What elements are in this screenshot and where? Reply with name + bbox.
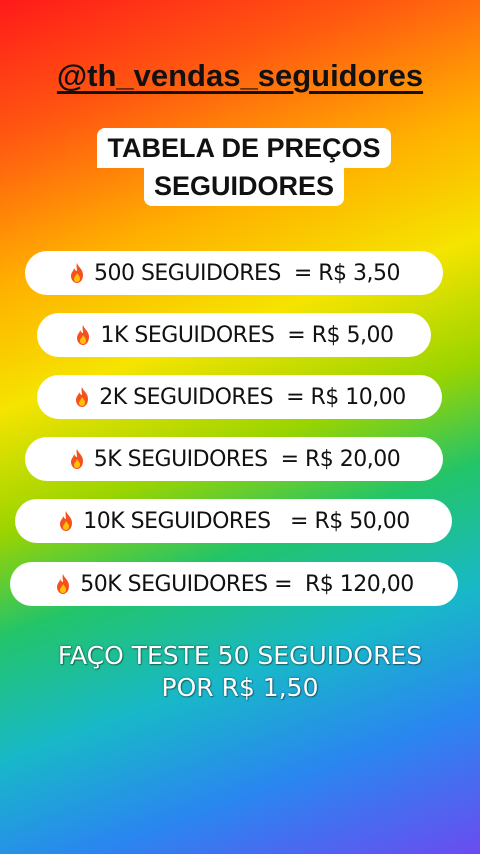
trial-offer-line-1: FAÇO TESTE 50 SEGUIDORES: [57, 641, 423, 670]
price-text: 2K SEGUIDORES = R$ 10,00: [99, 384, 406, 410]
fire-icon: [54, 573, 72, 595]
fire-icon: [57, 510, 75, 532]
trial-offer-line-2: POR R$ 1,50: [161, 673, 319, 702]
price-text: 1K SEGUIDORES = R$ 5,00: [100, 322, 394, 348]
price-row-2k: 2K SEGUIDORES = R$ 10,00: [37, 375, 442, 419]
price-text: 10K SEGUIDORES = R$ 50,00: [83, 508, 410, 534]
fire-icon: [74, 324, 92, 346]
title-line-2: SEGUIDORES: [143, 166, 345, 206]
price-row-5k: 5K SEGUIDORES = R$ 20,00: [25, 437, 443, 481]
title-line-1: TABELA DE PREÇOS: [97, 128, 391, 168]
price-text: 500 SEGUIDORES = R$ 3,50: [93, 260, 401, 286]
price-text: 5K SEGUIDORES = R$ 20,00: [93, 446, 401, 472]
price-row-1k: 1K SEGUIDORES = R$ 5,00: [37, 313, 431, 357]
price-row-10k: 10K SEGUIDORES = R$ 50,00: [15, 499, 452, 543]
price-row-50k: 50K SEGUIDORES = R$ 120,00: [10, 562, 458, 606]
fire-icon: [68, 262, 86, 284]
trial-offer: FAÇO TESTE 50 SEGUIDORES POR R$ 1,50: [0, 640, 480, 704]
fire-icon: [73, 386, 91, 408]
instagram-handle: @th_vendas_seguidores: [56, 58, 424, 93]
price-text: 50K SEGUIDORES = R$ 120,00: [80, 571, 414, 597]
price-row-500: 500 SEGUIDORES = R$ 3,50: [25, 251, 443, 295]
title-box: TABELA DE PREÇOS SEGUIDORES: [88, 128, 400, 206]
fire-icon: [68, 448, 86, 470]
